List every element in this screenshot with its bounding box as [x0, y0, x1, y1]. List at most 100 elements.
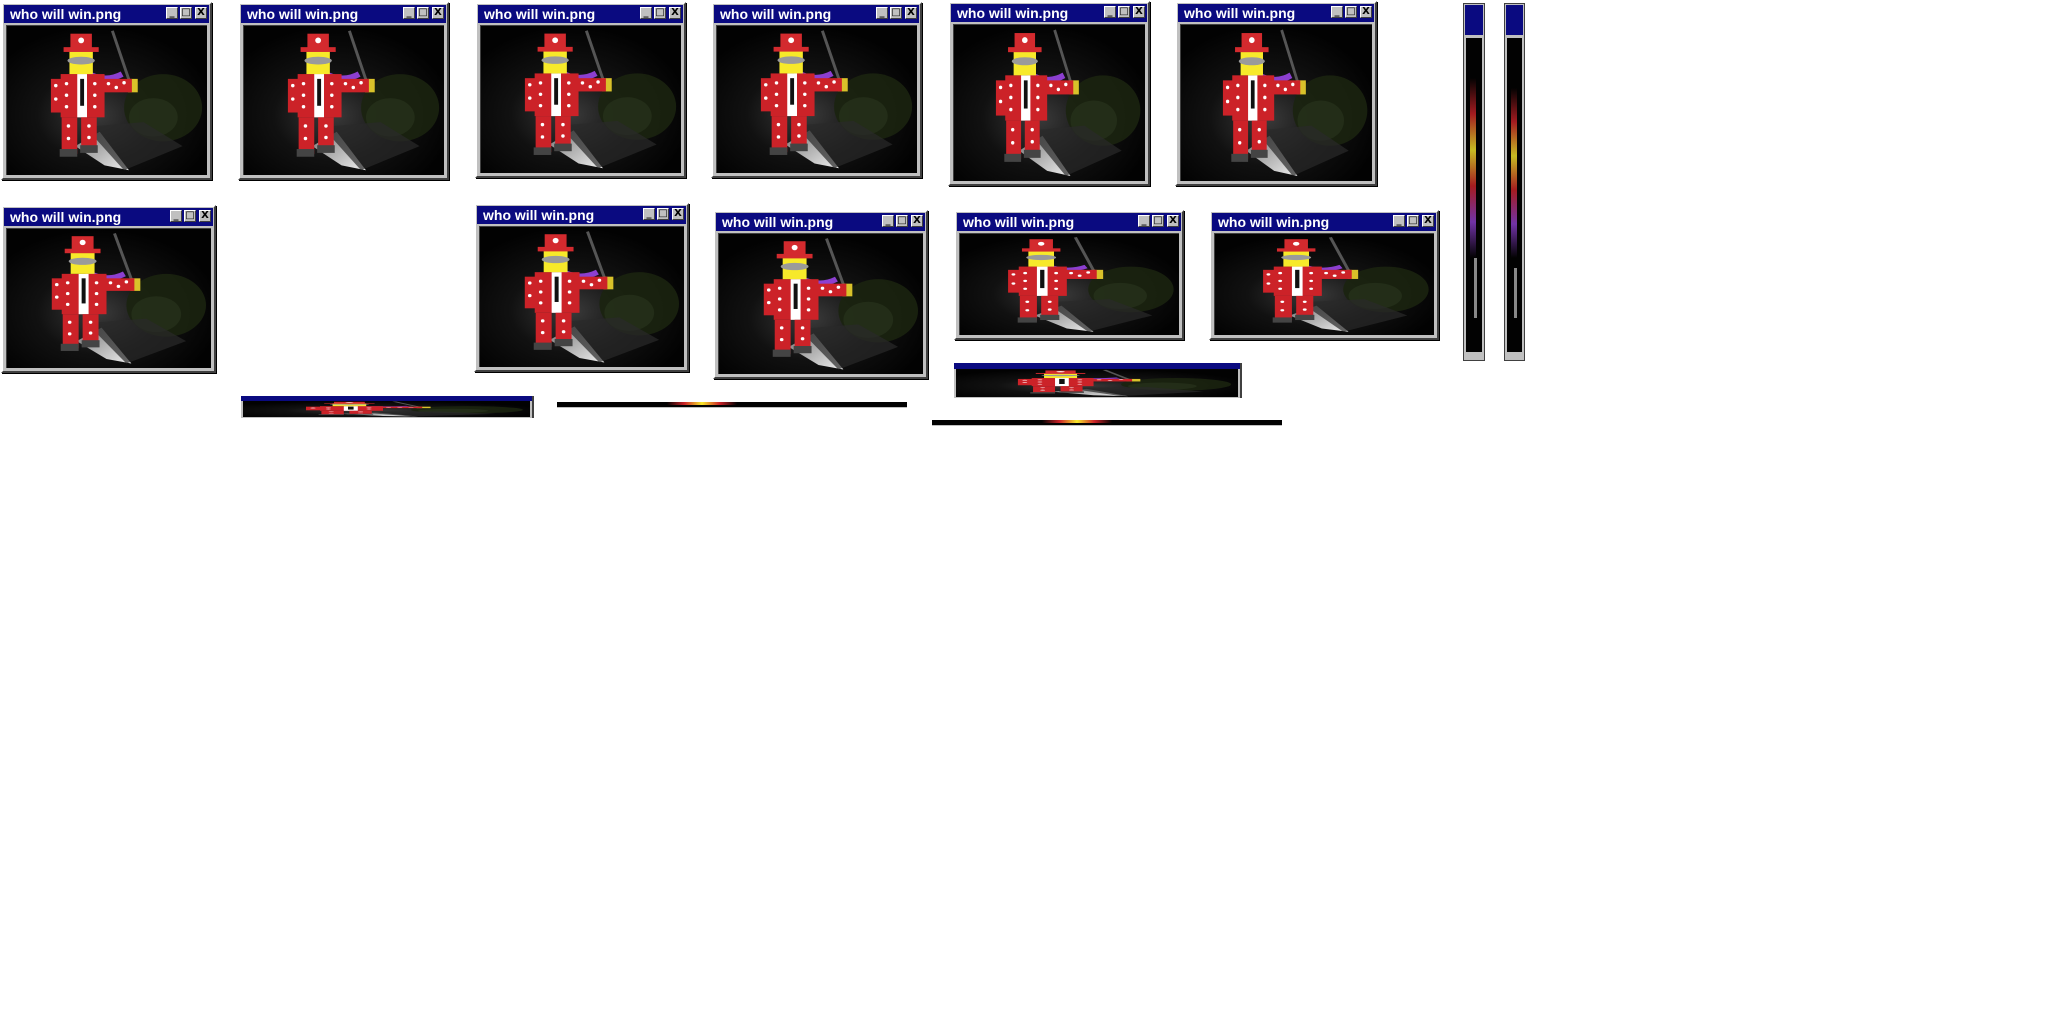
maximize-icon[interactable]: □ [180, 7, 192, 19]
minimize-icon[interactable]: _ [1393, 215, 1405, 227]
title-bar[interactable]: who will win.png _ □ X [4, 208, 213, 226]
image-window[interactable]: who will win.png _ □ X [954, 210, 1184, 340]
window-title: who will win.png [722, 214, 834, 230]
maximize-icon[interactable]: □ [1118, 6, 1130, 18]
close-icon[interactable]: X [1422, 215, 1434, 227]
image-window[interactable]: who will win.png _ □ X [475, 2, 686, 178]
image-view [243, 401, 530, 417]
title-bar[interactable]: who will win.png _ □ X [714, 5, 919, 23]
close-icon[interactable]: X [432, 7, 444, 19]
image-view [1507, 38, 1522, 352]
smear-streak [1514, 268, 1517, 318]
close-icon[interactable]: X [199, 210, 211, 222]
image-view [718, 233, 923, 374]
character-image [243, 401, 530, 417]
flattened-window[interactable] [932, 420, 1282, 426]
maximize-icon[interactable]: □ [657, 208, 669, 220]
image-window[interactable]: who will win.png _ □ X [1209, 210, 1439, 340]
close-icon[interactable]: X [672, 208, 684, 220]
title-bar[interactable]: who will win.png _ □ X [716, 213, 925, 231]
maximize-icon[interactable]: □ [890, 7, 902, 19]
character-image [954, 25, 1145, 181]
image-window[interactable]: who will win.png _ □ X [1175, 1, 1377, 186]
smear-streak [667, 402, 737, 405]
image-view [1214, 233, 1434, 335]
minimize-icon[interactable]: _ [640, 7, 652, 19]
image-window[interactable]: who will win.png _ □ X [711, 2, 922, 178]
character-image [1181, 25, 1372, 181]
title-bar[interactable]: who will win.png _ □ X [957, 213, 1181, 231]
title-bar[interactable]: who will win.png _ □ X [478, 5, 683, 23]
image-view [1466, 38, 1482, 352]
squashed-window[interactable] [954, 363, 1242, 398]
maximize-icon[interactable]: □ [1345, 6, 1357, 18]
window-title: who will win.png [483, 207, 595, 223]
minimize-icon[interactable]: _ [882, 215, 894, 227]
minimize-icon[interactable]: _ [876, 7, 888, 19]
character-image [480, 227, 684, 367]
image-view [959, 233, 1179, 335]
image-window[interactable]: who will win.png _ □ X [948, 1, 1150, 186]
close-icon[interactable]: X [911, 215, 923, 227]
character-image [481, 26, 681, 173]
vertical-smear-window[interactable] [1463, 3, 1485, 361]
vertical-smear-window[interactable] [1504, 3, 1525, 361]
window-title: who will win.png [10, 6, 122, 22]
smear-streak [1042, 420, 1112, 423]
character-image [956, 369, 1238, 397]
title-bar[interactable]: who will win.png _ □ X [951, 4, 1147, 22]
minimize-icon[interactable]: _ [1138, 215, 1150, 227]
close-icon[interactable]: X [195, 7, 207, 19]
minimize-icon[interactable]: _ [643, 208, 655, 220]
character-image [244, 26, 444, 175]
squashed-window[interactable] [241, 396, 534, 418]
close-icon[interactable]: X [1133, 6, 1145, 18]
flattened-window[interactable] [557, 402, 907, 408]
title-bar[interactable]: who will win.png _ □ X [241, 5, 446, 23]
character-image [1215, 234, 1434, 335]
character-image [717, 26, 917, 173]
character-image [960, 234, 1179, 335]
image-view [1180, 24, 1372, 181]
image-window[interactable]: who will win.png _ □ X [238, 2, 449, 180]
window-title: who will win.png [10, 209, 122, 225]
maximize-icon[interactable]: □ [896, 215, 908, 227]
maximize-icon[interactable]: □ [654, 7, 666, 19]
desktop: who will win.png _ □ X who will win.png … [0, 0, 2048, 1024]
image-window[interactable]: who will win.png _ □ X [1, 205, 216, 373]
title-bar[interactable]: who will win.png _ □ X [1178, 4, 1374, 22]
image-view [243, 25, 444, 175]
minimize-icon[interactable]: _ [1331, 6, 1343, 18]
image-window[interactable]: who will win.png _ □ X [474, 203, 689, 372]
minimize-icon[interactable]: _ [403, 7, 415, 19]
title-bar [1465, 5, 1483, 35]
image-window[interactable]: who will win.png _ □ X [1, 2, 212, 180]
close-icon[interactable]: X [905, 7, 917, 19]
image-view [956, 369, 1238, 397]
character-image [719, 234, 923, 374]
window-title: who will win.png [720, 6, 832, 22]
maximize-icon[interactable]: □ [1407, 215, 1419, 227]
maximize-icon[interactable]: □ [417, 7, 429, 19]
title-bar[interactable]: who will win.png _ □ X [4, 5, 209, 23]
close-icon[interactable]: X [669, 7, 681, 19]
character-image [7, 229, 211, 368]
window-title: who will win.png [1184, 5, 1296, 21]
minimize-icon[interactable]: _ [170, 210, 182, 222]
close-icon[interactable]: X [1360, 6, 1372, 18]
image-view [6, 228, 211, 368]
image-view [716, 25, 917, 173]
title-bar[interactable]: who will win.png _ □ X [1212, 213, 1436, 231]
minimize-icon[interactable]: _ [1104, 6, 1116, 18]
window-title: who will win.png [1218, 214, 1330, 230]
maximize-icon[interactable]: □ [184, 210, 196, 222]
maximize-icon[interactable]: □ [1152, 215, 1164, 227]
window-title: who will win.png [247, 6, 359, 22]
minimize-icon[interactable]: _ [166, 7, 178, 19]
window-title: who will win.png [957, 5, 1069, 21]
title-bar[interactable]: who will win.png _ □ X [477, 206, 686, 224]
window-title: who will win.png [963, 214, 1075, 230]
smear-streak [1511, 88, 1517, 258]
close-icon[interactable]: X [1167, 215, 1179, 227]
image-window[interactable]: who will win.png _ □ X [713, 210, 928, 379]
